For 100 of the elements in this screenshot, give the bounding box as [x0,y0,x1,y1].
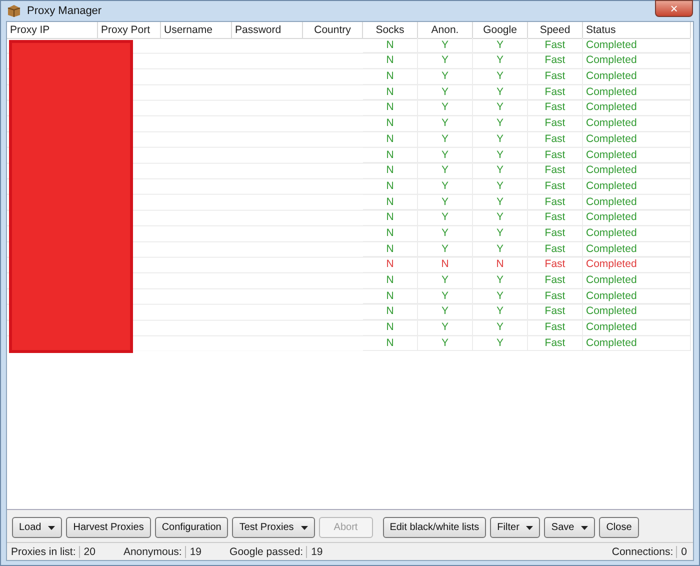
table-cell: Y [418,210,473,226]
table-cell: Completed [583,100,691,116]
table-cell: Y [418,38,473,54]
table-cell: Y [473,336,528,352]
table-cell: Y [418,69,473,85]
table-cell: Y [473,226,528,242]
table-cell: Fast [528,194,583,210]
table-cell: N [363,320,418,336]
table-cell: Y [418,336,473,352]
table-cell: Y [473,84,528,100]
table-cell: Completed [583,38,691,54]
table-cell: Completed [583,132,691,148]
table-cell: Y [418,53,473,70]
column-header[interactable]: Password [232,22,303,39]
table-cell: Y [473,163,528,179]
table-cell: Fast [528,336,583,352]
table-cell: Fast [528,257,583,273]
status-label: Anonymous: [119,546,186,558]
table-cell: Y [418,163,473,179]
table-cell: Completed [583,288,691,304]
table-cell: Fast [528,69,583,85]
table-cell: Y [473,320,528,336]
caret-icon [48,526,56,530]
table-cell: Fast [528,38,583,54]
button[interactable]: Load [12,517,62,538]
column-header[interactable]: Country [303,22,363,39]
table-cell: Y [473,288,528,304]
table-cell: N [363,132,418,148]
table-cell: Fast [528,226,583,242]
table-cell: N [363,304,418,320]
table-cell: Y [418,320,473,336]
table-cell: Y [418,288,473,304]
table-cell: Completed [583,53,691,70]
table-cell: Y [418,178,473,195]
column-header[interactable]: Google [473,22,528,39]
table-cell: N [418,257,473,273]
button[interactable]: Save [544,517,596,538]
table-cell: Fast [528,53,583,70]
table-cell: Y [473,38,528,54]
table-cell: N [363,163,418,179]
table-cell: Fast [528,242,583,258]
caret-icon [300,526,308,530]
table-cell: N [363,84,418,100]
table-cell: Y [418,100,473,116]
column-header[interactable]: Anon. [418,22,473,39]
table-cell: Fast [528,116,583,132]
table-cell: Y [418,242,473,258]
table-cell: Fast [528,100,583,116]
button[interactable]: Test Proxies [232,517,315,538]
table-cell: Completed [583,69,691,85]
table-cell: Y [418,132,473,148]
table-cell: Completed [583,116,691,132]
table-cell: Completed [583,226,691,242]
table-cell: Completed [583,148,691,164]
table-cell: Fast [528,210,583,226]
table-cell: Y [473,304,528,320]
table-cell: Fast [528,273,583,289]
table-cell: Completed [583,84,691,100]
button[interactable]: Harvest Proxies [66,517,151,538]
column-header[interactable]: Proxy Port [98,22,161,39]
table-cell: N [363,257,418,273]
table-cell: Fast [528,178,583,195]
window-title: Proxy Manager [27,5,103,17]
table-cell: Fast [528,163,583,179]
table-cell: Completed [583,210,691,226]
button[interactable]: Close [599,517,639,538]
caret-icon [581,526,588,530]
column-header[interactable]: Socks [363,22,418,39]
table-cell: N [363,210,418,226]
status-value: 19 [311,546,323,558]
column-header[interactable]: Proxy IP [7,22,98,39]
table-cell: Y [473,69,528,85]
caret-icon [526,526,534,530]
table-cell: Y [418,226,473,242]
table-cell: Fast [528,288,583,304]
table-cell: Y [473,194,528,210]
button[interactable]: Filter [490,517,540,538]
table-cell: N [363,53,418,70]
table-cell: Y [473,116,528,132]
status-value: 0 [681,546,687,558]
button: Abort [318,517,373,538]
column-header[interactable]: Username [161,22,232,39]
status-value: 20 [84,546,96,558]
table-cell: Fast [528,320,583,336]
table-cell: N [363,273,418,289]
table-cell: Y [418,194,473,210]
table-cell: Y [473,148,528,164]
status-label: Connections: [608,546,678,558]
table-cell: Y [473,242,528,258]
table-cell: N [363,38,418,54]
table-cell: Completed [583,242,691,258]
table-cell: Completed [583,320,691,336]
table-cell: Y [473,210,528,226]
button[interactable]: Configuration [154,517,228,538]
table-cell: Y [473,178,528,195]
table-cell: Completed [583,336,691,352]
column-header[interactable]: Status [583,22,691,39]
button[interactable]: Edit black/white lists [382,517,486,538]
table-cell: Fast [528,148,583,164]
column-header[interactable]: Speed [528,22,583,39]
